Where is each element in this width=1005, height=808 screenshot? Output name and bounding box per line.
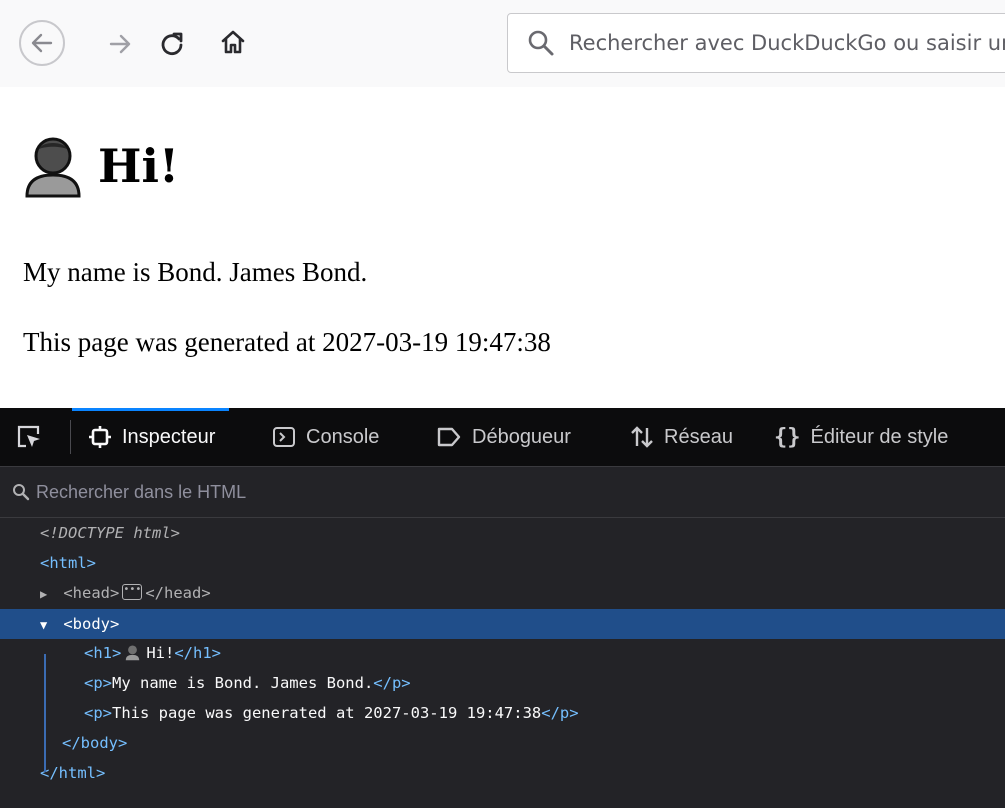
head-node[interactable]: ▶ <head> ••• </head>	[0, 578, 1005, 608]
tab-reseau[interactable]: Réseau	[630, 408, 733, 466]
tab-reseau-label: Réseau	[664, 425, 733, 448]
collapsed-content-icon[interactable]: •••	[122, 583, 143, 600]
debugger-icon	[436, 426, 462, 448]
page-heading: Hi!	[24, 134, 179, 198]
h1-close-tag: </h1>	[174, 644, 221, 662]
tab-console-label: Console	[306, 425, 380, 448]
devtools-panel: Inspecteur Console Débogueur Réseau {} É…	[0, 408, 1005, 808]
tab-inspecteur-label: Inspecteur	[122, 425, 216, 448]
person-icon	[126, 645, 140, 661]
person-icon	[25, 137, 81, 198]
tab-console[interactable]: Console	[272, 408, 379, 466]
inspector-icon	[88, 425, 112, 449]
timestamp-paragraph: This page was generated at 2027-03-19 19…	[23, 327, 551, 357]
tab-debogueur[interactable]: Débogueur	[436, 408, 571, 466]
name-paragraph: My name is Bond. James Bond.	[23, 257, 368, 287]
body-close-tag: </body>	[62, 734, 128, 752]
body-close-node[interactable]: </body>	[0, 728, 1005, 758]
body-open-tag: <body>	[63, 615, 120, 633]
forward-arrow-icon	[109, 34, 131, 54]
reload-icon	[161, 32, 183, 56]
expand-twisty-icon[interactable]: ▶	[40, 579, 54, 609]
back-arrow-icon	[31, 33, 53, 53]
console-icon	[272, 425, 296, 449]
element-picker-button[interactable]	[14, 422, 44, 452]
html-close-tag: </html>	[40, 764, 106, 782]
browser-toolbar	[0, 0, 1005, 88]
p1-close-tag: </p>	[373, 674, 411, 692]
markup-tree: <!DOCTYPE html> <html> ▶ <head> ••• </head…	[0, 518, 1005, 808]
tab-inspecteur[interactable]: Inspecteur	[71, 408, 230, 466]
p-node-time[interactable]: <p>This page was generated at 2027-03-19…	[0, 698, 1005, 728]
body-node[interactable]: ▼ <body>	[0, 609, 1005, 639]
tab-separator	[70, 420, 71, 454]
p2-text: This page was generated at 2027-03-19 19…	[112, 704, 542, 722]
p1-open-tag: <p>	[84, 674, 112, 692]
forward-button[interactable]	[100, 24, 140, 64]
p2-close-tag: </p>	[541, 704, 579, 722]
p2-open-tag: <p>	[84, 704, 112, 722]
head-close-tag: </head>	[145, 584, 211, 602]
h1-node[interactable]: <h1> Hi!</h1>	[0, 638, 1005, 668]
devtools-tabbar: Inspecteur Console Débogueur Réseau {} É…	[0, 408, 1005, 467]
home-icon	[221, 30, 245, 54]
tab-style-editor[interactable]: {} Éditeur de style	[774, 408, 948, 466]
h1-open-tag: <h1>	[84, 644, 122, 662]
html-search-input[interactable]	[36, 481, 636, 503]
heading-text: Hi!	[98, 139, 180, 193]
network-icon	[630, 425, 654, 449]
p-node-name[interactable]: <p>My name is Bond. James Bond.</p>	[0, 668, 1005, 698]
html-open-tag: <html>	[40, 554, 96, 572]
html-node[interactable]: <html>	[0, 548, 1005, 578]
html-close-node[interactable]: </html>	[0, 758, 1005, 788]
head-open-tag: <head>	[63, 584, 120, 602]
style-editor-icon: {}	[774, 424, 801, 450]
home-button[interactable]	[213, 22, 253, 62]
p1-text: My name is Bond. James Bond.	[112, 674, 374, 692]
search-icon	[528, 30, 554, 56]
search-icon	[13, 484, 30, 501]
url-bar[interactable]	[507, 13, 1005, 73]
page-content: Hi! My name is Bond. James Bond. This pa…	[0, 87, 1005, 408]
html-search-bar[interactable]	[0, 467, 1005, 518]
tab-debogueur-label: Débogueur	[472, 425, 571, 448]
back-button[interactable]	[19, 20, 65, 66]
reload-button[interactable]	[152, 24, 192, 64]
doctype-text: <!DOCTYPE html>	[40, 524, 180, 542]
url-search-input[interactable]	[569, 31, 1005, 55]
element-picker-icon	[17, 425, 40, 448]
indent-guide	[44, 654, 46, 772]
doctype-node[interactable]: <!DOCTYPE html>	[0, 518, 1005, 548]
collapse-twisty-icon[interactable]: ▼	[40, 610, 54, 640]
tab-style-editor-label: Éditeur de style	[810, 425, 949, 448]
h1-text: Hi!	[146, 644, 175, 662]
